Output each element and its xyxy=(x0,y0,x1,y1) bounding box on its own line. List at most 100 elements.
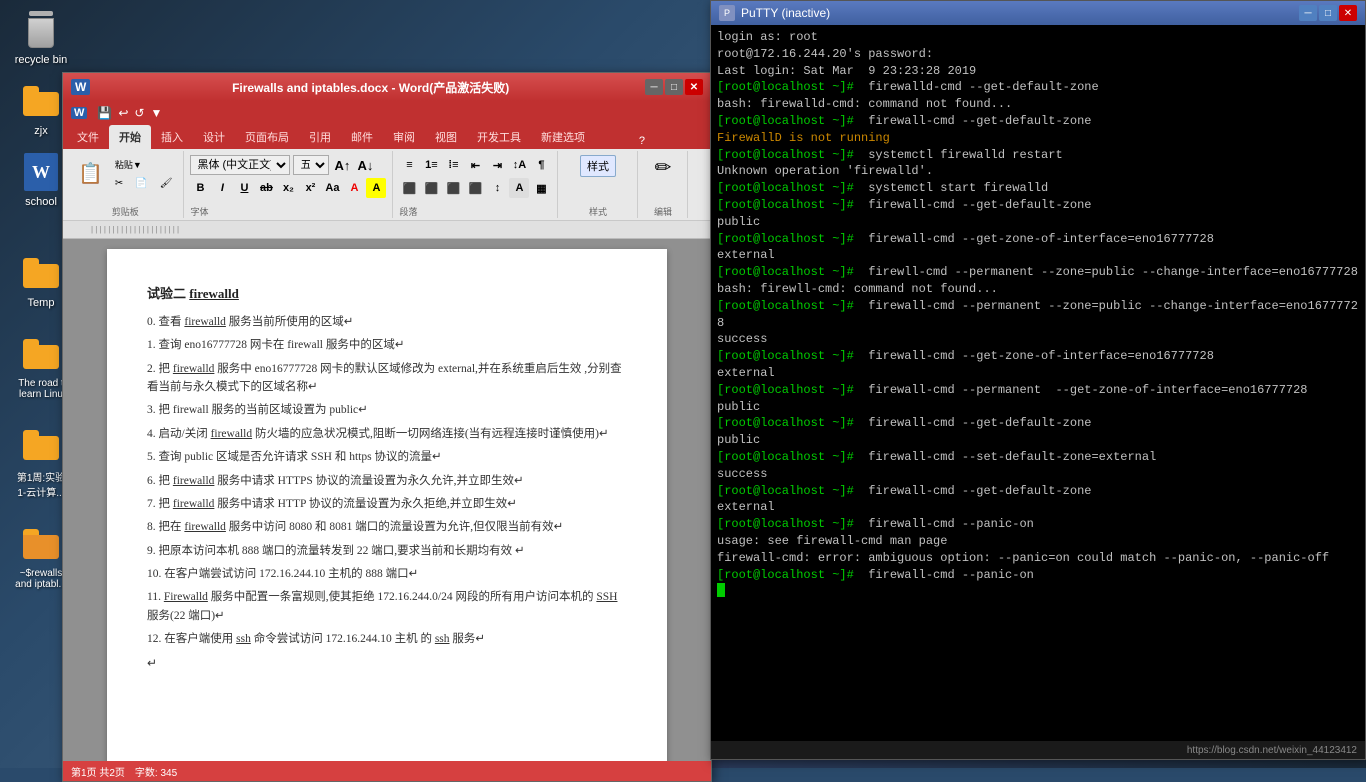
tab-home[interactable]: 开始 xyxy=(109,125,151,149)
underline-button[interactable]: U xyxy=(234,178,254,198)
word-page: 试验二 firewalld 0. 查看 firewalld 服务当前所使用的区域… xyxy=(107,249,667,761)
italic-button[interactable]: I xyxy=(212,178,232,198)
recycle-bin-label: recycle bin xyxy=(15,54,68,66)
subscript-button[interactable]: x₂ xyxy=(278,178,298,198)
desktop-icon-recycle-bin[interactable]: recycle bin xyxy=(5,10,77,66)
term-line-2: root@172.16.244.20's password: xyxy=(717,46,1359,63)
align-right-button[interactable]: ⬛ xyxy=(443,178,463,198)
help-button[interactable]: ? xyxy=(633,133,651,149)
word-word-count: 字数: 345 xyxy=(135,764,177,779)
decrease-indent-button[interactable]: ⇤ xyxy=(465,155,485,175)
word-tabs-row: 文件 开始 插入 设计 页面布局 引用 邮件 审阅 视图 开发工具 新建选项 ? xyxy=(63,125,711,149)
tab-mailing[interactable]: 邮件 xyxy=(341,125,383,149)
folder-icon-week1 xyxy=(21,425,61,465)
copy-button[interactable]: 📄 xyxy=(130,175,152,192)
ribbon-section-font: 黑体 (中文正文) 五号 A↑ A↓ B I U ab x₂ xyxy=(184,151,393,218)
bold-button[interactable]: B xyxy=(190,178,210,198)
term-line-20: external xyxy=(717,365,1359,382)
align-left-button[interactable]: ⬛ xyxy=(399,178,419,198)
increase-indent-button[interactable]: ⇥ xyxy=(487,155,507,175)
show-marks-button[interactable]: ¶ xyxy=(531,155,551,175)
tab-layout[interactable]: 页面布局 xyxy=(235,125,299,149)
styles-gallery[interactable]: 样式 xyxy=(580,155,616,177)
highlight-button[interactable]: A xyxy=(366,178,386,198)
word-close-button[interactable]: ✕ xyxy=(685,79,703,95)
list-item-2: 2. 把 firewalld 服务中 eno16777728 网卡的默认区域修改… xyxy=(147,360,627,397)
tab-references[interactable]: 引用 xyxy=(299,125,341,149)
redo-quick-btn[interactable]: ↺ xyxy=(134,106,144,120)
list-item-6: 6. 把 firewalld 服务中请求 HTTPS 协议的流量设置为永久允许,… xyxy=(147,472,627,490)
strikethrough-button[interactable]: ab xyxy=(256,178,276,198)
tab-design[interactable]: 设计 xyxy=(193,125,235,149)
word-content-area[interactable]: 试验二 firewalld 0. 查看 firewalld 服务当前所使用的区域… xyxy=(63,239,711,761)
list-item-8: 8. 把在 firewalld 服务中访问 8080 和 8081 端口的流量设… xyxy=(147,518,627,536)
word-minimize-button[interactable]: ─ xyxy=(645,79,663,95)
paste-button[interactable]: 📋 xyxy=(73,160,108,187)
clear-format-button[interactable]: Aa xyxy=(322,178,342,198)
putty-minimize-button[interactable]: ─ xyxy=(1299,5,1317,21)
tab-newbuild[interactable]: 新建选项 xyxy=(531,125,595,149)
zjx-label: zjx xyxy=(34,125,47,137)
save-quick-btn[interactable]: 💾 xyxy=(97,106,112,120)
putty-terminal[interactable]: login as: root root@172.16.244.20's pass… xyxy=(711,25,1365,741)
list-item-4: 4. 启动/关闭 firewalld 防火墙的应急状况模式,阻断一切网络连接(当… xyxy=(147,425,627,443)
term-line-13: [root@localhost ~]# firewall-cmd --get-z… xyxy=(717,231,1359,248)
line-spacing-button[interactable]: ↕ xyxy=(487,178,507,198)
word-icon-small: W xyxy=(71,107,87,119)
numbering-button[interactable]: 1≡ xyxy=(421,155,441,175)
school-label: school xyxy=(25,196,57,208)
list-item-9: 9. 把原本访问本机 888 端口的流量转发到 22 端口,要求当前和长期均有效… xyxy=(147,542,627,560)
paste-dropdown[interactable]: 粘贴▼ xyxy=(110,155,178,174)
editing-icon[interactable]: ✏ xyxy=(655,155,672,180)
tab-view[interactable]: 视图 xyxy=(425,125,467,149)
format-painter-button[interactable]: 🖌 xyxy=(155,175,178,192)
word-maximize-button[interactable]: □ xyxy=(665,79,683,95)
putty-close-button[interactable]: ✕ xyxy=(1339,5,1357,21)
align-center-button[interactable]: ⬛ xyxy=(421,178,441,198)
undo-quick-btn[interactable]: ↩ xyxy=(118,106,128,120)
ribbon-section-editing: ✏ 编辑 xyxy=(638,151,688,218)
font-color-button[interactable]: A xyxy=(344,178,364,198)
term-line-5: bash: firewalld-cmd: command not found..… xyxy=(717,96,1359,113)
putty-title-text: PuTTY (inactive) xyxy=(741,6,1299,20)
term-line-4: [root@localhost ~]# firewalld-cmd --get-… xyxy=(717,79,1359,96)
week1-label: 第1周:实验1-云计算... xyxy=(17,469,65,499)
term-line-16: bash: firewll-cmd: command not found... xyxy=(717,281,1359,298)
ribbon-section-clipboard: 📋 粘贴▼ ✂ 📄 🖌 剪贴板 xyxy=(67,151,184,218)
folder-icon-zjx xyxy=(21,81,61,121)
tab-review[interactable]: 审阅 xyxy=(383,125,425,149)
styles-label: 样式 xyxy=(589,203,607,218)
term-line-21: [root@localhost ~]# firewall-cmd --perma… xyxy=(717,382,1359,399)
term-line-6: [root@localhost ~]# firewall-cmd --get-d… xyxy=(717,113,1359,130)
sort-button[interactable]: ↕A xyxy=(509,155,529,175)
customize-quick-btn[interactable]: ▼ xyxy=(150,106,162,120)
section-heading: 试验二 firewalld xyxy=(147,284,627,305)
list-item-1: 1. 查询 eno16777728 网卡在 firewall 服务中的区域↵ xyxy=(147,336,627,354)
tab-insert[interactable]: 插入 xyxy=(151,125,193,149)
tab-file[interactable]: 文件 xyxy=(67,125,109,149)
font-name-select[interactable]: 黑体 (中文正文) xyxy=(190,155,290,175)
font-size-select[interactable]: 五号 xyxy=(293,155,329,175)
superscript-button[interactable]: x² xyxy=(300,178,320,198)
putty-statusbar: https://blog.csdn.net/weixin_44123412 xyxy=(711,741,1365,759)
cut-button[interactable]: ✂ xyxy=(110,175,128,192)
term-line-9: Unknown operation 'firewalld'. xyxy=(717,163,1359,180)
word-ruler: | | | | | | | | | | | | | | | | | | | | … xyxy=(63,221,711,239)
para-end: ↵ xyxy=(147,654,627,673)
putty-maximize-button[interactable]: □ xyxy=(1319,5,1337,21)
bin-body xyxy=(28,18,54,48)
decrease-font-button[interactable]: A↓ xyxy=(355,155,375,175)
word-title-text: Firewalls and iptables.docx - Word(产品激活失… xyxy=(96,79,645,96)
term-line-8: [root@localhost ~]# systemctl firewalld … xyxy=(717,147,1359,164)
increase-font-button[interactable]: A↑ xyxy=(332,155,352,175)
justify-button[interactable]: ⬛ xyxy=(465,178,485,198)
folder-icon-road xyxy=(21,334,61,374)
borders-button[interactable]: ▦ xyxy=(531,178,551,198)
shading-button[interactable]: A xyxy=(509,178,529,198)
bullets-button[interactable]: ≡ xyxy=(399,155,419,175)
tab-developer[interactable]: 开发工具 xyxy=(467,125,531,149)
word-window-controls: ─ □ ✕ xyxy=(645,79,703,95)
word-title-icon: W xyxy=(71,79,90,95)
multilevel-button[interactable]: ⁞≡ xyxy=(443,155,463,175)
list-item-5: 5. 查询 public 区域是否允许请求 SSH 和 https 协议的流量↵ xyxy=(147,448,627,466)
